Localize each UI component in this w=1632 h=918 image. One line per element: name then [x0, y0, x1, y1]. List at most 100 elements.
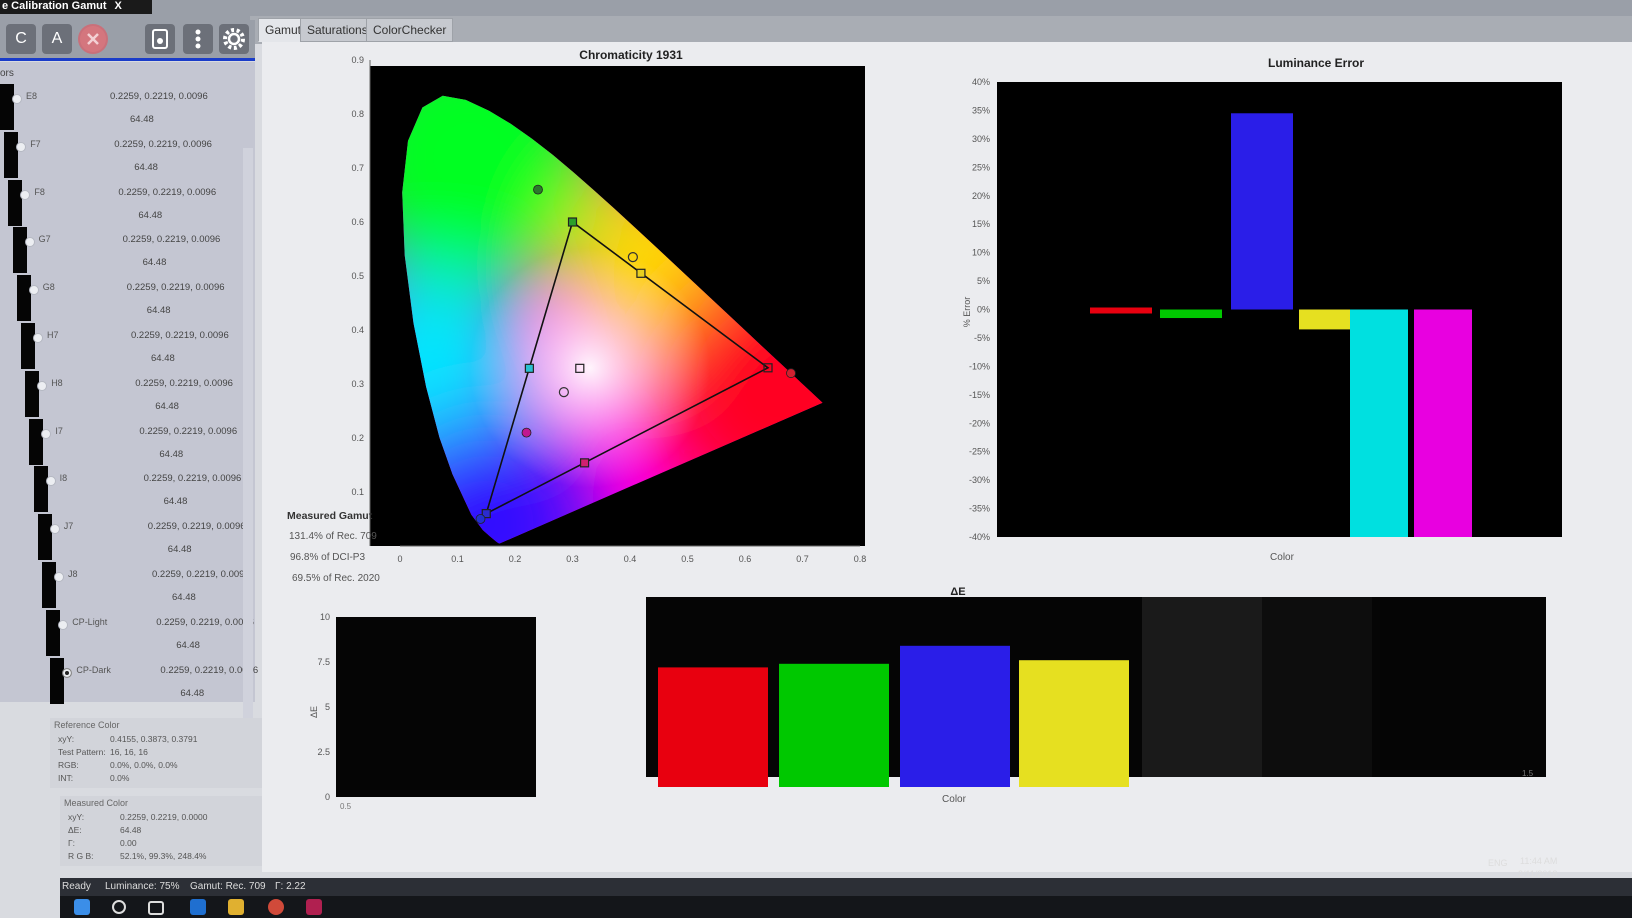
luminance-title: Luminance Error [1268, 56, 1364, 70]
task-view-icon[interactable] [148, 901, 164, 915]
measured-label: ΔE: [68, 825, 82, 835]
y-tick-label: 0 [325, 792, 330, 802]
color-item-name: F7 [30, 138, 41, 149]
y-tick-label: 0.8 [351, 109, 364, 119]
charts-canvas: Chromaticity 1931 0 0.1 0.2 0.3 0.4 0.5 0.6 0.7… [287, 48, 1562, 811]
color-list-item[interactable]: J7 0.2259, 0.2219, 0.0096 64.48 [0, 514, 246, 562]
color-radio[interactable] [62, 667, 73, 678]
y-tick-label: 7.5 [317, 657, 330, 667]
color-list-item[interactable]: CP-Light 0.2259, 0.2219, 0.0096 64.48 [0, 609, 254, 658]
color-list-item[interactable]: F7 0.2259, 0.2219, 0.0096 64.48 [0, 131, 240, 180]
color-radio[interactable] [41, 428, 52, 439]
clock-date[interactable]: 2/11/2018 [1518, 869, 1557, 879]
color-radio[interactable] [33, 333, 43, 343]
settings-button[interactable] [219, 24, 249, 54]
color-list-item[interactable]: F8 0.2259, 0.2219, 0.0096 64.48 [0, 179, 240, 228]
chrome-icon[interactable] [268, 899, 284, 915]
color-list-item[interactable]: I8 0.2259, 0.2219, 0.0096 64.48 [0, 466, 242, 514]
tab-saturations[interactable]: Saturations [300, 18, 375, 42]
y-tick-label: 15% [972, 219, 990, 229]
reference-row: RGB: 0.0%, 0.0%, 0.0% [58, 760, 178, 770]
capture-button[interactable] [145, 24, 175, 54]
x-tick-label: 0.1 [451, 554, 464, 564]
file-explorer-icon[interactable] [228, 899, 244, 915]
color-list-item[interactable]: CP-Dark 0.2259, 0.2219, 0.0096 64.48 [0, 657, 258, 706]
windows-start-icon[interactable] [74, 899, 90, 915]
x-tick-label: 0.8 [854, 554, 867, 564]
color-item-value: 64.48 [167, 544, 192, 556]
y-tick-label: 0.1 [351, 487, 364, 497]
tab-colorchecker[interactable]: ColorChecker [366, 18, 454, 42]
y-tick-label: 0% [977, 305, 990, 315]
edge-icon[interactable] [190, 899, 206, 915]
color-list-item[interactable]: H7 0.2259, 0.2219, 0.0096 64.48 [0, 323, 240, 371]
toolbar: C A [0, 20, 255, 60]
color-radio[interactable] [58, 619, 69, 630]
delta-e-aux-tick: 1.5 [1522, 769, 1534, 778]
delta-e-title: ΔE [950, 586, 965, 598]
reference-value: 0.0%, 0.0%, 0.0% [110, 760, 178, 770]
color-list-item[interactable]: G8 0.2259, 0.2219, 0.0096 64.48 [0, 275, 240, 323]
color-swatch [0, 84, 14, 130]
luminance-bar-magenta [1414, 309, 1472, 537]
status-ready: Ready [62, 881, 91, 892]
color-radio[interactable] [16, 141, 27, 152]
color-list-item[interactable]: H8 0.2259, 0.2219, 0.0096 64.48 [0, 370, 240, 419]
color-item-xyy: 0.2259, 0.2219, 0.0096 [122, 234, 221, 246]
y-tick-label: 10% [972, 248, 990, 258]
reference-label: INT: [58, 773, 74, 783]
color-list-scrollbar[interactable] [243, 148, 253, 768]
c-button[interactable]: C [6, 24, 36, 54]
color-item-xyy: 0.2259, 0.2219, 0.0096 [143, 473, 242, 485]
luminance-ylabel: % Error [962, 297, 972, 328]
color-radio[interactable] [28, 285, 39, 296]
clock-time[interactable]: 11:44 AM [1520, 856, 1557, 866]
reference-label: RGB: [58, 760, 79, 770]
color-radio[interactable] [37, 380, 48, 391]
chromaticity-title: Chromaticity 1931 [579, 48, 683, 62]
color-item-value: 64.48 [134, 161, 158, 173]
delta-e-left-plot [336, 617, 536, 797]
y-tick-label: 20% [972, 191, 990, 201]
menu-button[interactable] [183, 24, 213, 54]
color-radio[interactable] [54, 572, 64, 582]
color-list-item[interactable]: E8 0.2259, 0.2219, 0.0096 64.48 [0, 84, 240, 132]
color-item-value: 64.48 [172, 592, 196, 603]
target-point [636, 268, 646, 278]
color-item-name: H8 [51, 377, 63, 388]
y-tick-label: 0.5 [351, 271, 364, 281]
color-list-item[interactable]: J8 0.2259, 0.2219, 0.0096 64.48 [0, 562, 250, 610]
color-radio[interactable] [24, 237, 35, 248]
close-tab-button[interactable]: X [115, 0, 122, 12]
calibration-app-icon[interactable] [306, 899, 322, 915]
color-radio[interactable] [45, 476, 56, 487]
color-radio[interactable] [20, 189, 31, 200]
stop-button[interactable] [78, 24, 108, 54]
color-item-name: CP-Dark [76, 664, 111, 675]
luminance-bar-green [1160, 309, 1222, 319]
status-gamma: Γ: 2.22 [275, 881, 306, 892]
chromaticity-chart: Chromaticity 1931 0 0.1 0.2 0.3 0.4 0.5 0.6 0.7… [351, 48, 867, 564]
luminance-axes: 40% 35% 30% 25% 20% 15% 10% 5% 0% -5% -10% -15% -20%… [969, 77, 990, 542]
color-item-xyy: 0.2259, 0.2219, 0.0096 [114, 138, 212, 150]
a-button[interactable]: A [42, 24, 72, 54]
color-radio[interactable] [12, 94, 22, 104]
color-radio[interactable] [49, 524, 60, 535]
color-swatch [12, 227, 27, 274]
color-list-item[interactable]: I7 0.2259, 0.2219, 0.0096 64.48 [0, 418, 240, 467]
color-item-value: 64.48 [151, 353, 175, 364]
search-icon[interactable] [112, 900, 126, 914]
color-swatch [21, 323, 35, 369]
color-item-value: 64.48 [130, 114, 154, 125]
color-item-name: F8 [34, 186, 45, 197]
color-item-xyy: 0.2259, 0.2219, 0.0096 [126, 282, 225, 294]
y-tick-label: 25% [972, 162, 990, 172]
vertical-dots-icon [195, 29, 201, 49]
y-tick-label: -25% [969, 447, 990, 457]
color-list-item[interactable]: G7 0.2259, 0.2219, 0.0096 64.48 [0, 227, 240, 275]
measured-value: 0.00 [120, 838, 137, 848]
measured-value: 52.1%, 99.3%, 248.4% [120, 851, 207, 861]
language-indicator[interactable]: ENG [1488, 858, 1508, 868]
delta-e-bar-yellow [1019, 660, 1129, 787]
measured-row: Γ: 0.00 [68, 838, 137, 848]
